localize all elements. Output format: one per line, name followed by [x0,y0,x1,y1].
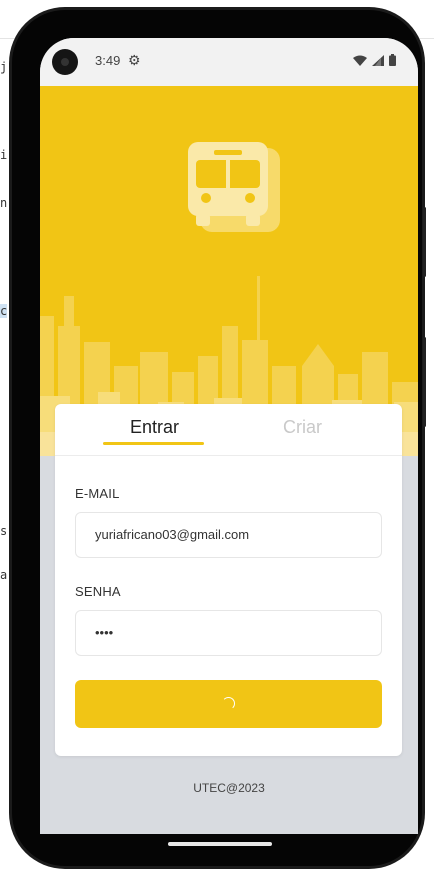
camera-icon [52,49,78,75]
signal-icon [372,54,384,66]
loading-spinner-icon [222,697,235,710]
login-button[interactable] [75,680,382,728]
tab-create[interactable]: Criar [283,417,322,438]
email-label: E-MAIL [75,486,120,501]
background-fragment: i [0,148,8,162]
footer-text: UTEC@2023 [193,781,265,795]
tab-login[interactable]: Entrar [130,417,179,438]
active-tab-indicator [103,442,204,445]
background-fragment: j [0,60,8,74]
app-screen: 3:49 ⚙ Entrar Criar E-MAIL yuriafricano0… [40,38,418,834]
email-field[interactable]: yuriafricano03@gmail.com [75,512,382,558]
power-button [423,337,426,427]
password-label: SENHA [75,584,121,599]
background-fragment: a [0,568,8,582]
bus-icon [188,142,280,232]
phone-frame: 3:49 ⚙ Entrar Criar E-MAIL yuriafricano0… [9,7,426,869]
status-time: 3:49 [95,53,121,68]
background-fragment: n [0,196,8,210]
battery-icon [389,54,396,66]
volume-button [423,207,426,277]
password-field[interactable]: •••• [75,610,382,656]
gear-icon: ⚙ [128,52,141,68]
home-indicator[interactable] [168,842,272,846]
wifi-icon [353,55,367,66]
background-fragment: c [0,304,8,318]
status-bar: 3:49 ⚙ [40,38,418,86]
login-card: Entrar Criar E-MAIL yuriafricano03@gmail… [55,404,402,756]
hero-banner [40,86,418,456]
tab-divider [55,455,402,456]
status-icons [353,54,396,66]
background-fragment: s [0,524,8,538]
